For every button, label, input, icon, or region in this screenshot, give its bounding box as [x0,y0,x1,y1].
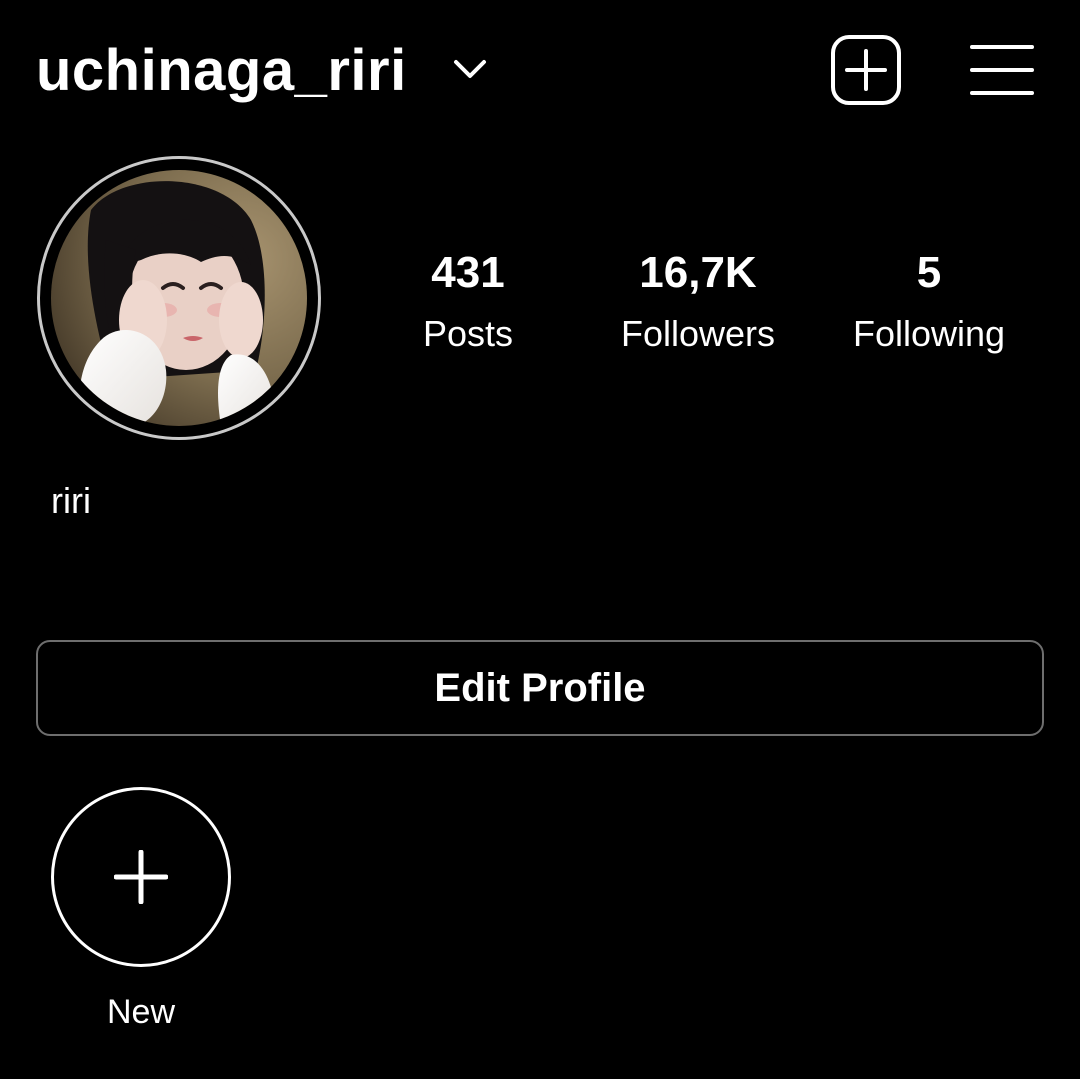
add-square-icon[interactable] [830,34,902,106]
stat-label: Posts [422,313,514,354]
stat-label: Followers [620,313,776,354]
profile-photo [51,170,307,426]
new-highlight-label: New [106,993,176,1031]
hamburger-menu-icon[interactable] [970,44,1034,96]
stat-count: 16,7K [639,248,757,297]
chevron-down-icon[interactable] [452,56,488,82]
stat-label: Following [852,313,1006,354]
display-name: riri [51,480,91,521]
new-highlight-button[interactable] [51,787,231,967]
username-account-switcher[interactable]: uchinaga_riri [36,36,407,106]
stat-count: 431 [431,248,505,297]
stat-following[interactable]: 5 Following [838,246,1020,358]
edit-profile-button[interactable]: Edit Profile [36,640,1044,736]
stat-posts[interactable]: 431 Posts [398,246,538,358]
stat-count: 5 [916,248,942,297]
stat-followers[interactable]: 16,7K Followers [598,246,798,358]
avatar[interactable] [51,170,307,426]
plus-icon [114,850,168,904]
